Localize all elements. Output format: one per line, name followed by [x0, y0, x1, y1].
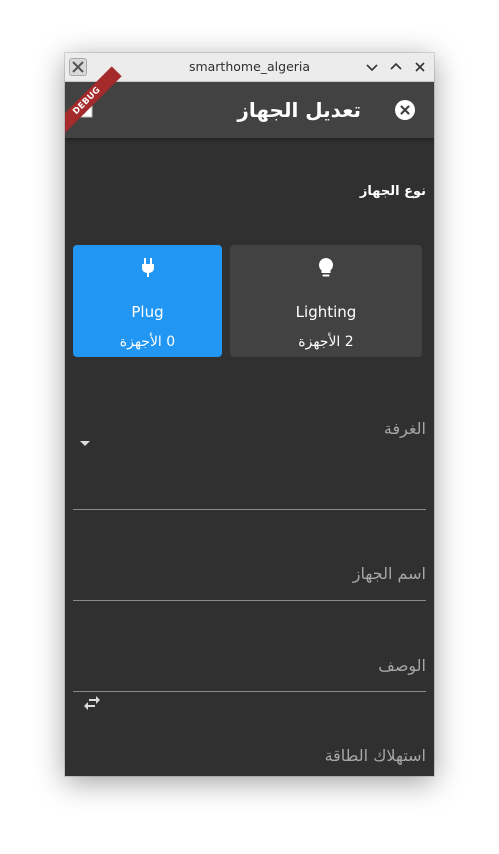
swap-horiz-icon — [82, 693, 102, 713]
app-bar: DEBUG تعديل الجهاز — [65, 66, 434, 138]
edit-device-form: نوع الجهاز Plug 0 الأجهزة Lighting 2 الأ — [65, 138, 434, 776]
device-type-name: Plug — [131, 303, 164, 321]
description-field[interactable] — [73, 691, 426, 692]
device-type-label: نوع الجهاز — [359, 184, 426, 199]
close-icon — [400, 105, 410, 115]
app-window: smarthome_algeria DEBUG تعديل الجهاز نوع… — [65, 53, 434, 776]
device-type-card-lighting[interactable]: Lighting 2 الأجهزة — [230, 245, 422, 357]
room-dropdown[interactable] — [73, 509, 426, 510]
window-close-button[interactable] — [411, 58, 429, 76]
page-title: تعديل الجهاز — [237, 98, 361, 122]
device-type-count: 0 الأجهزة — [119, 334, 176, 350]
device-type-card-plug[interactable]: Plug 0 الأجهزة — [73, 245, 222, 357]
device-name-field[interactable] — [73, 600, 426, 601]
dropdown-arrow-icon[interactable] — [79, 433, 91, 446]
lightbulb-icon — [230, 257, 422, 281]
window-titlebar[interactable]: smarthome_algeria — [65, 53, 434, 82]
close-button[interactable] — [395, 100, 415, 120]
chevron-down-icon — [366, 64, 378, 72]
plug-icon — [73, 257, 222, 281]
room-dropdown-label: الغرفة — [383, 419, 426, 438]
maximize-button[interactable] — [387, 58, 405, 76]
device-name-field-label: اسم الجهاز — [352, 564, 426, 583]
description-field-label: الوصف — [378, 656, 426, 675]
minimize-button[interactable] — [363, 58, 381, 76]
close-icon — [415, 62, 425, 72]
power-field-label: استهلاك الطاقة — [324, 746, 426, 765]
device-type-count: 2 الأجهزة — [298, 334, 354, 350]
device-type-name: Lighting — [295, 303, 357, 321]
chevron-up-icon — [390, 62, 402, 70]
